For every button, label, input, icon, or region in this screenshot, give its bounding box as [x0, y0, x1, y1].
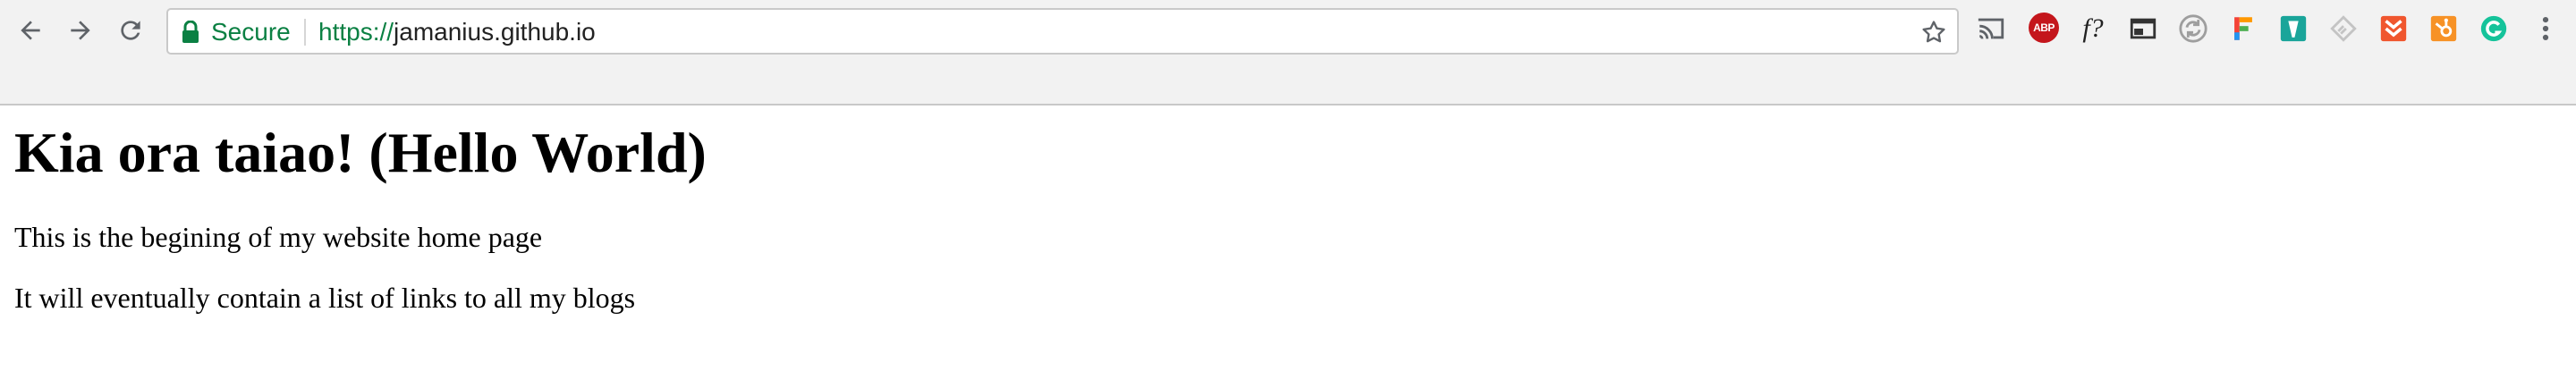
grammarly-button[interactable]	[2478, 13, 2510, 45]
window-button[interactable]	[2127, 13, 2159, 45]
back-button[interactable]	[11, 11, 50, 50]
font-finder-icon[interactable]: f?	[2077, 13, 2109, 45]
adblock-plus-icon[interactable]: ABP	[2029, 13, 2059, 43]
sync-button[interactable]	[2177, 13, 2209, 45]
url-text[interactable]: https://jamanius.github.io	[318, 18, 596, 46]
feedly-button[interactable]	[2327, 13, 2360, 45]
intro-paragraph: This is the begining of my website home …	[14, 221, 543, 253]
omnibox-divider	[304, 19, 306, 46]
lock-icon	[182, 21, 199, 43]
boomerang-icon	[2280, 15, 2307, 42]
hubspot-icon	[2430, 15, 2457, 42]
arrow-left-icon	[21, 21, 40, 40]
browser-toolbar: Secure https://jamanius.github.io ABP f?	[0, 0, 2576, 105]
reload-icon	[121, 21, 140, 40]
page-heading: Kia ora taiao! (Hello World)	[14, 121, 707, 184]
hubspot-button[interactable]	[2428, 13, 2460, 45]
more-menu-button[interactable]	[2529, 13, 2562, 45]
bookmark-star-icon[interactable]	[1919, 18, 1948, 46]
security-label: Secure	[211, 18, 291, 46]
cast-button[interactable]	[1975, 13, 2007, 45]
more-menu-icon	[2542, 16, 2549, 41]
forward-button[interactable]	[61, 11, 100, 50]
fontface-ninja-button[interactable]	[2227, 13, 2259, 45]
chevrons-icon	[2380, 15, 2407, 42]
address-bar[interactable]: Secure https://jamanius.github.io	[166, 8, 1959, 55]
grammarly-icon	[2480, 15, 2507, 42]
fontface-ninja-icon	[2234, 17, 2252, 40]
url-scheme: https://	[318, 18, 394, 46]
url-host: jamanius.github.io	[394, 18, 596, 46]
boomerang-button[interactable]	[2277, 13, 2309, 45]
cast-icon	[1978, 18, 2004, 39]
window-icon	[2130, 18, 2157, 39]
arrow-right-icon	[71, 21, 90, 40]
reload-button[interactable]	[111, 11, 150, 50]
feedly-icon	[2330, 15, 2357, 42]
blog-links-paragraph: It will eventually contain a list of lin…	[14, 282, 636, 314]
chevrons-button[interactable]	[2377, 13, 2410, 45]
circle-arrows-icon	[2179, 14, 2207, 43]
